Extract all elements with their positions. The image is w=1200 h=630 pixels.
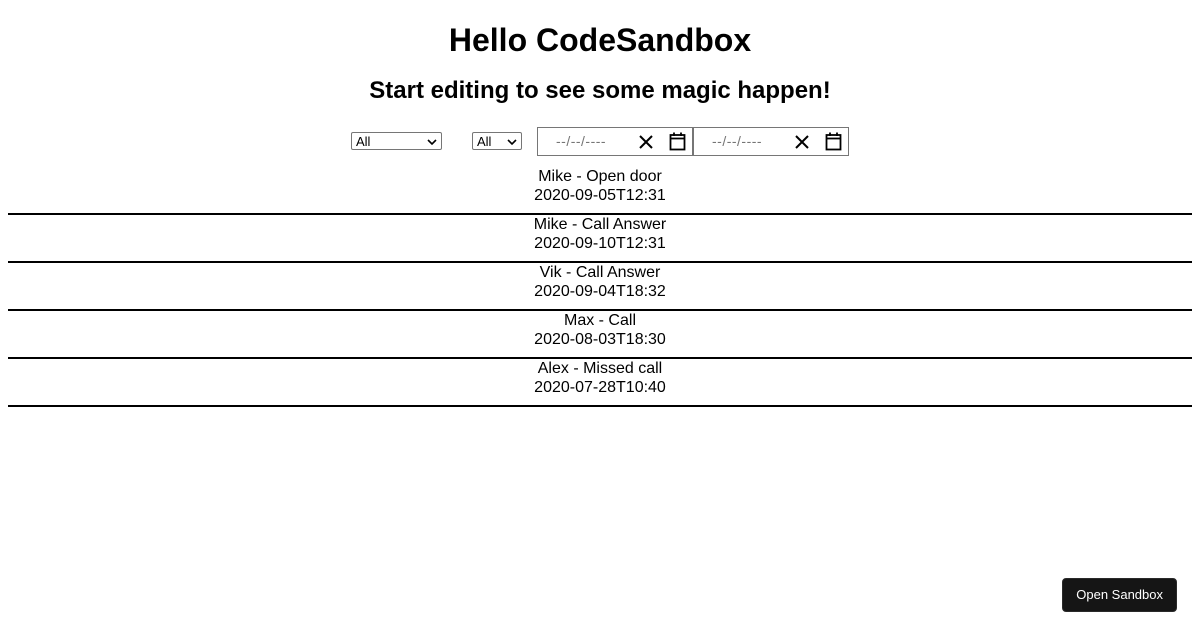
date-from-input[interactable]: --/--/----: [537, 126, 693, 156]
date-to-placeholder: --/--/----: [712, 133, 763, 149]
open-sandbox-button[interactable]: Open Sandbox: [1062, 578, 1177, 612]
list-item: Mike - Open door 2020-09-05T12:31: [8, 167, 1192, 215]
date-to-input[interactable]: --/--/----: [693, 126, 849, 156]
event-label: Max - Call: [563, 312, 636, 329]
list-item: Mike - Call Answer 2020-09-10T12:31: [8, 215, 1192, 263]
event-label: Mike - Open door: [538, 168, 662, 185]
app-root: Hello CodeSandbox Start editing to see s…: [0, 0, 1200, 630]
user-filter-value: All: [477, 134, 492, 149]
page-title: Hello CodeSandbox: [448, 22, 752, 58]
event-label: Alex - Missed call: [537, 360, 663, 377]
close-icon[interactable]: [638, 134, 654, 150]
event-label: Mike - Call Answer: [533, 216, 667, 233]
list-item: Vik - Call Answer 2020-09-04T18:32: [8, 263, 1192, 311]
event-datetime: 2020-09-05T12:31: [534, 187, 666, 204]
user-filter-select[interactable]: All: [472, 132, 522, 150]
event-datetime: 2020-09-10T12:31: [534, 235, 666, 252]
filter-bar: All All --/--/---- --/--/----: [0, 126, 1200, 156]
event-label: Vik - Call Answer: [539, 264, 661, 281]
calendar-icon[interactable]: [669, 132, 686, 151]
date-from-placeholder: --/--/----: [556, 133, 607, 149]
close-icon[interactable]: [794, 134, 810, 150]
event-datetime: 2020-08-03T18:30: [534, 331, 666, 348]
event-datetime: 2020-07-28T10:40: [534, 379, 666, 396]
type-filter-value: All: [356, 134, 371, 149]
list-item: Max - Call 2020-08-03T18:30: [8, 311, 1192, 359]
chevron-down-icon: [427, 139, 437, 146]
event-list: Mike - Open door 2020-09-05T12:31 Mike -…: [8, 167, 1192, 407]
event-datetime: 2020-09-04T18:32: [534, 283, 666, 300]
page-subtitle: Start editing to see some magic happen!: [369, 77, 831, 104]
list-item: Alex - Missed call 2020-07-28T10:40: [8, 359, 1192, 407]
type-filter-select[interactable]: All: [351, 132, 442, 150]
calendar-icon[interactable]: [825, 132, 842, 151]
chevron-down-icon: [507, 139, 517, 146]
